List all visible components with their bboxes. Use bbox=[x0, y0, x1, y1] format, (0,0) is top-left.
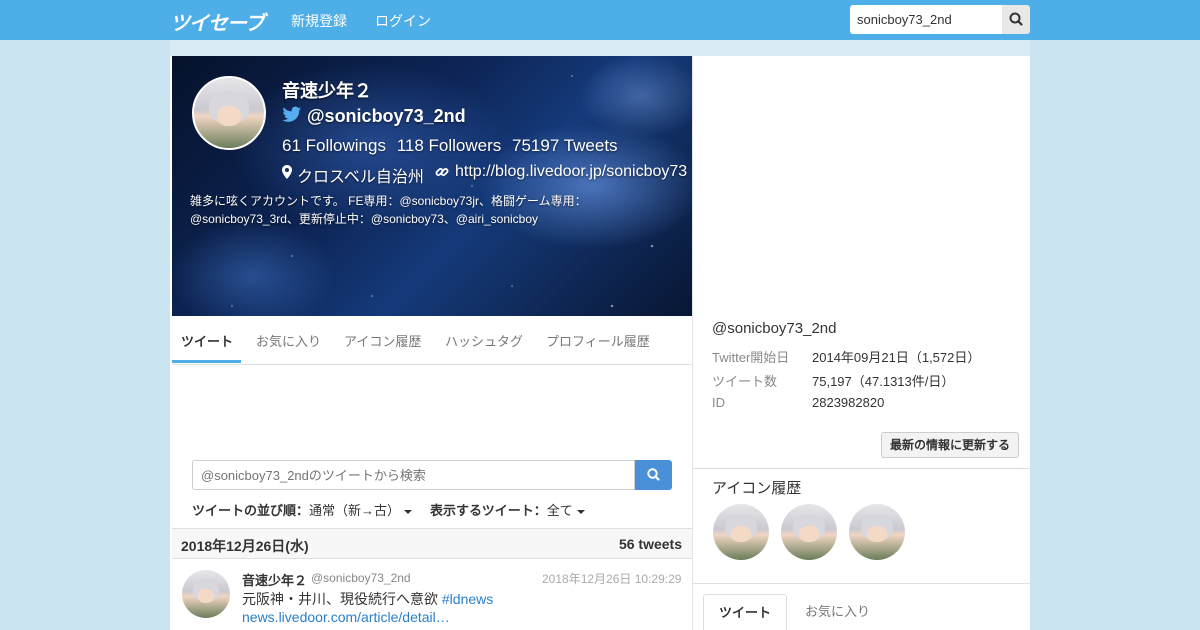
tweet-search bbox=[192, 460, 672, 490]
profile-url-link[interactable]: http://blog.livedoor.jp/sonicboy73 bbox=[455, 163, 687, 181]
tab-tweets[interactable]: ツイート bbox=[181, 331, 233, 350]
sort-order-dropdown[interactable]: ツイートの並び順：通常（新→古） bbox=[192, 500, 413, 519]
site-logo[interactable]: ツイセーブ bbox=[170, 7, 265, 35]
info-key: Twitter開始日 bbox=[712, 350, 790, 365]
top-strip bbox=[170, 40, 1030, 56]
tweets-count[interactable]: 75197 Tweets bbox=[512, 136, 618, 155]
active-tab-indicator bbox=[172, 360, 241, 363]
info-key: ID bbox=[712, 395, 725, 410]
caret-down-icon bbox=[404, 509, 413, 514]
info-value: 75,197（47.1313件/日） bbox=[812, 374, 955, 389]
sort-order-label: ツイートの並び順： bbox=[192, 503, 310, 518]
tweet-timestamp[interactable]: 2018年12月26日 10:29:29 bbox=[542, 570, 681, 587]
header-search-button[interactable] bbox=[1002, 5, 1030, 34]
info-handle: @sonicboy73_2nd bbox=[712, 320, 837, 337]
display-filter-label: 表示するツイート： bbox=[430, 503, 547, 518]
info-key: ツイート数 bbox=[712, 374, 778, 389]
twitter-bird-icon bbox=[282, 106, 302, 122]
info-value: 2014年09月21日（1,572日） bbox=[812, 350, 981, 365]
followers-count[interactable]: 118 Followers bbox=[397, 136, 502, 155]
info-value: 2823982820 bbox=[812, 395, 885, 410]
top-navbar: ツイセーブ 新規登録 ログイン bbox=[0, 0, 1200, 40]
tweet-text-body: 元阪神・井川、現役続行へ意欲 bbox=[242, 591, 442, 607]
tweet-author-handle: @sonicboy73_2nd bbox=[311, 571, 411, 585]
followings-count[interactable]: 61 Followings bbox=[282, 136, 386, 155]
icon-history-avatar[interactable] bbox=[781, 504, 837, 560]
tab-favorites[interactable]: お気に入り bbox=[256, 331, 321, 350]
profile-bio: 雑多に呟くアカウントです。 FE専用：@sonicboy73jr、格闘ゲーム専用… bbox=[190, 194, 587, 226]
tweet-author-name: 音速少年２ bbox=[242, 573, 308, 588]
search-icon bbox=[1009, 12, 1023, 26]
tab-hashtags[interactable]: ハッシュタグ bbox=[445, 331, 523, 350]
right-tab-favorites[interactable]: お気に入り bbox=[790, 594, 885, 630]
nav-login-link[interactable]: ログイン bbox=[375, 11, 431, 31]
divider bbox=[693, 583, 1030, 584]
profile-avatar[interactable] bbox=[192, 76, 266, 150]
date-group-header: 2018年12月26日(水) 56 tweets bbox=[172, 528, 692, 559]
header-search-input[interactable] bbox=[850, 5, 1002, 34]
profile-location: クロスベル自治州 bbox=[297, 169, 424, 186]
tab-profile-history[interactable]: プロフィール履歴 bbox=[546, 331, 650, 350]
tweet-search-button[interactable] bbox=[635, 460, 672, 490]
sort-order-value: 通常（新→古） bbox=[309, 503, 401, 518]
icon-history-avatar[interactable] bbox=[849, 504, 905, 560]
tweet-search-input[interactable] bbox=[192, 460, 635, 490]
refresh-info-button[interactable]: 最新の情報に更新する bbox=[881, 432, 1019, 458]
tweet-avatar[interactable] bbox=[182, 570, 230, 618]
column-divider bbox=[692, 56, 693, 630]
link-icon bbox=[435, 168, 449, 176]
tab-icon-history[interactable]: アイコン履歴 bbox=[344, 331, 421, 350]
map-marker-icon bbox=[282, 165, 292, 179]
tweet-hashtag-link[interactable]: #ldnews bbox=[442, 591, 493, 607]
date-group-date[interactable]: 2018年12月26日(水) bbox=[181, 536, 309, 556]
divider bbox=[693, 468, 1030, 469]
right-tab-tweets[interactable]: ツイート bbox=[703, 594, 788, 630]
icon-history-avatar[interactable] bbox=[713, 504, 769, 560]
tweet-text: 元阪神・井川、現役続行へ意欲 #ldnews news.livedoor.com… bbox=[242, 590, 682, 626]
profile-handle: @sonicboy73_2nd bbox=[307, 106, 466, 126]
tweet-url-link[interactable]: news.livedoor.com/article/detail… bbox=[242, 609, 450, 625]
date-group-count: 56 tweets bbox=[618, 536, 682, 552]
caret-down-icon bbox=[576, 509, 585, 514]
display-filter-dropdown[interactable]: 表示するツイート：全て bbox=[430, 500, 585, 519]
nav-signup-link[interactable]: 新規登録 bbox=[291, 11, 347, 31]
profile-name: 音速少年２ bbox=[282, 81, 372, 101]
display-filter-value: 全て bbox=[546, 503, 573, 518]
icon-history-title: アイコン履歴 bbox=[712, 480, 802, 497]
search-icon bbox=[647, 468, 660, 481]
profile-stats: 61 Followings 118 Followers 75197 Tweets bbox=[282, 136, 624, 156]
header-search bbox=[850, 5, 1030, 34]
divider bbox=[172, 364, 692, 365]
